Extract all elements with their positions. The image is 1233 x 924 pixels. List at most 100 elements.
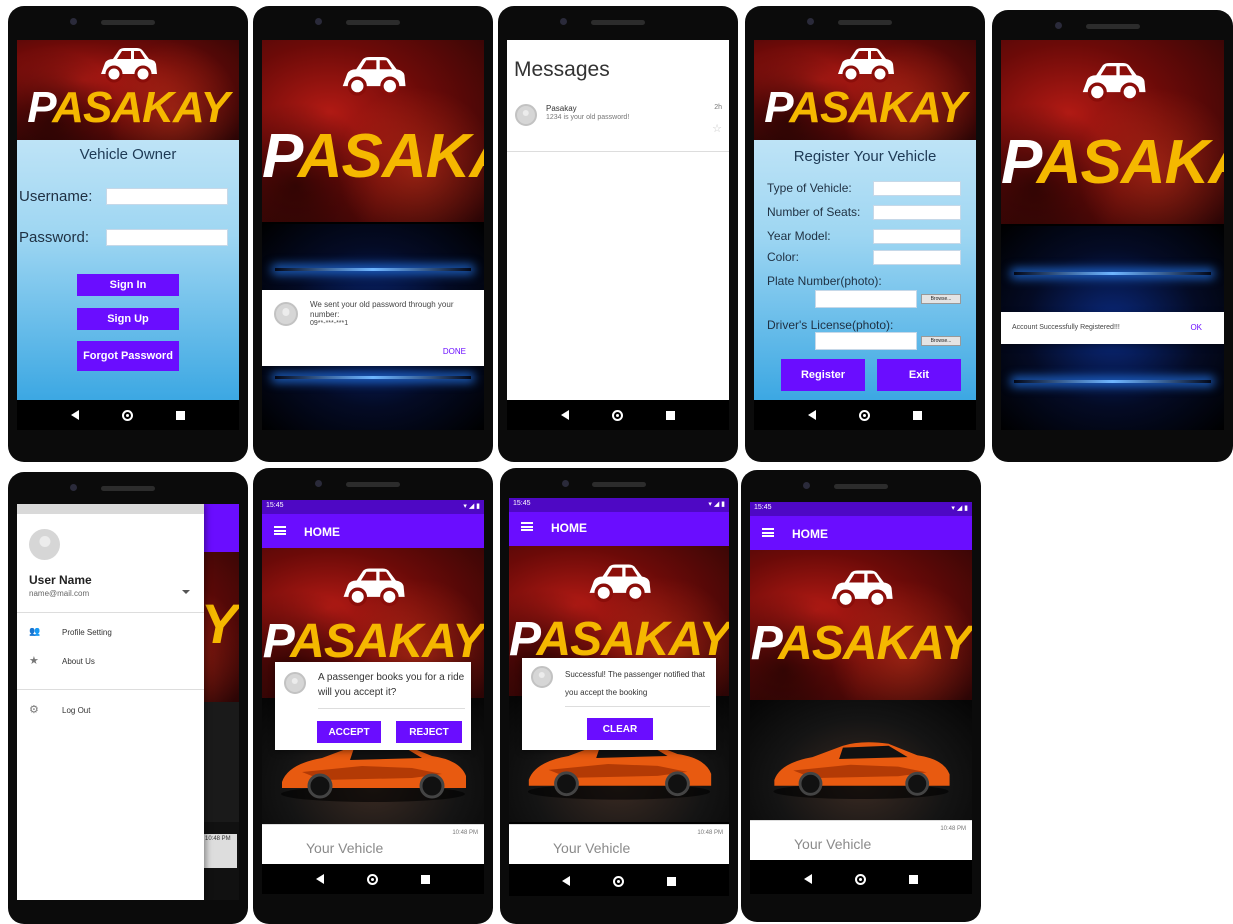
user-avatar <box>29 529 60 560</box>
drivers-license-file-field[interactable] <box>815 332 917 350</box>
vehicle-card[interactable]: 10:48 PM Your Vehicle <box>262 824 484 864</box>
vehicle-time: 10:48 PM <box>452 830 478 836</box>
drawer-item-about-us[interactable]: ★ About Us <box>17 653 204 673</box>
speaker <box>346 20 400 25</box>
login-screen: PASAKAY Vehicle Owner Username: Password… <box>17 40 239 430</box>
brand-logo-text: PASAKAY <box>764 83 967 132</box>
home-icon[interactable] <box>612 875 624 887</box>
forgot-password-dialog: We sent your old password through your n… <box>262 290 484 366</box>
recents-icon[interactable] <box>176 410 186 420</box>
message-preview: 1234 is your old password! <box>546 114 630 121</box>
car-logo-icon <box>1082 62 1146 102</box>
phone-forgot-password: PASAKAY We sent your old password throug… <box>253 6 493 462</box>
password-label: Password: <box>19 229 90 246</box>
clear-button[interactable]: CLEAR <box>587 718 653 740</box>
brand-logo-text: PASAKAY <box>262 122 484 191</box>
status-bar: 15:45 ▾ ◢ ▮ <box>509 498 729 512</box>
sign-up-button[interactable]: Sign Up <box>77 308 179 330</box>
avatar-icon <box>274 302 298 326</box>
home-icon[interactable] <box>858 409 870 421</box>
android-nav-bar <box>262 864 484 894</box>
star-icon[interactable]: ☆ <box>712 122 722 135</box>
menu-icon[interactable] <box>274 526 286 535</box>
menu-icon[interactable] <box>762 528 774 537</box>
accept-button[interactable]: ACCEPT <box>317 721 381 743</box>
vehicle-photo <box>750 700 972 820</box>
home-icon[interactable] <box>611 409 623 421</box>
ok-button[interactable]: OK <box>1190 323 1202 332</box>
status-bar: 15:45 ▾ ◢ ▮ <box>750 502 972 516</box>
recents-icon[interactable] <box>909 874 919 884</box>
booking-request-dialog: A passenger books you for a ride will yo… <box>275 662 471 750</box>
recents-icon[interactable] <box>913 410 923 420</box>
front-camera <box>315 18 323 25</box>
speaker <box>838 20 892 25</box>
drawer-item-profile-setting[interactable]: 👥 Profile Setting <box>17 624 204 644</box>
year-model-input[interactable] <box>873 229 961 244</box>
drawer-header-strip <box>17 504 204 514</box>
vehicle-card[interactable]: 10:48 PM Your Vehicle <box>750 820 972 860</box>
background-time: 10:48 PM <box>203 834 237 868</box>
back-icon[interactable] <box>560 410 569 420</box>
back-icon[interactable] <box>70 410 79 420</box>
phone-home: 15:45 ▾ ◢ ▮ HOME PASAKAY 10:48 PM Your Ve… <box>741 470 981 922</box>
sign-in-button[interactable]: Sign In <box>77 274 179 296</box>
recents-icon[interactable] <box>421 874 431 884</box>
front-camera <box>561 480 569 487</box>
message-list-item[interactable]: Pasakay 1234 is your old password! 2h ☆ <box>507 96 729 152</box>
recents-icon[interactable] <box>666 410 676 420</box>
plate-number-file-field[interactable] <box>815 290 917 308</box>
home-icon[interactable] <box>121 409 133 421</box>
vehicle-label: Your Vehicle <box>794 836 872 852</box>
forgot-password-button[interactable]: Forgot Password <box>77 341 179 371</box>
license-browse-button[interactable]: Browse... <box>921 336 961 346</box>
message-time: 2h <box>714 104 722 111</box>
page-title: HOME <box>792 527 828 541</box>
front-camera <box>803 482 811 489</box>
status-time: 15:45 <box>513 500 531 507</box>
vehicle-time: 10:48 PM <box>940 826 966 832</box>
phone-drawer: Y 10:48 PM User Name name@mail.com 👥 Pro… <box>8 472 248 924</box>
registered-message: Account Successfully Registered!!! <box>1012 324 1120 331</box>
front-camera <box>70 484 78 491</box>
reject-button[interactable]: REJECT <box>396 721 462 743</box>
back-icon[interactable] <box>807 410 816 420</box>
menu-icon[interactable] <box>521 522 533 531</box>
recents-icon[interactable] <box>666 876 676 886</box>
home-icon[interactable] <box>366 873 378 885</box>
password-input[interactable] <box>106 229 228 246</box>
app-bar: 15:45 ▾ ◢ ▮ HOME <box>262 500 484 548</box>
dialog-message: We sent your old password through your n… <box>310 300 454 319</box>
register-button[interactable]: Register <box>781 359 865 391</box>
car-logo-icon <box>831 570 893 609</box>
speaker <box>592 482 646 487</box>
home-success-screen: 15:45 ▾ ◢ ▮ HOME PASAKAY 10:48 PM Your Ve… <box>509 498 729 896</box>
phone-messages: Messages Pasakay 1234 is your old passwo… <box>498 6 738 462</box>
android-nav-bar <box>750 864 972 894</box>
username-input[interactable] <box>106 188 228 205</box>
phone-login: PASAKAY Vehicle Owner Username: Password… <box>8 6 248 462</box>
account-dropdown-icon[interactable] <box>182 590 190 594</box>
number-of-seats-input[interactable] <box>873 205 961 220</box>
exit-button[interactable]: Exit <box>877 359 961 391</box>
done-button[interactable]: DONE <box>443 347 466 356</box>
home-icon[interactable] <box>854 873 866 885</box>
login-title: Vehicle Owner <box>79 146 177 163</box>
masked-number: 09**-***-***1 <box>310 320 349 327</box>
drawer-screen: Y 10:48 PM User Name name@mail.com 👥 Pro… <box>17 504 239 900</box>
car-logo-icon <box>342 56 406 96</box>
type-of-vehicle-input[interactable] <box>873 181 961 196</box>
status-time: 15:45 <box>754 504 772 511</box>
car-logo-icon <box>838 48 894 83</box>
drawer-item-log-out[interactable]: ⚙ Log Out <box>17 702 204 722</box>
back-icon[interactable] <box>315 874 324 884</box>
vehicle-card[interactable]: 10:48 PM Your Vehicle <box>509 824 729 864</box>
drawer-item-label: Profile Setting <box>62 628 112 637</box>
color-input[interactable] <box>873 250 961 265</box>
back-icon[interactable] <box>803 874 812 884</box>
plate-browse-button[interactable]: Browse... <box>921 294 961 304</box>
registered-dialog: Account Successfully Registered!!! OK <box>1001 312 1224 344</box>
brand-banner: PASAKAY <box>262 40 484 222</box>
back-icon[interactable] <box>562 876 571 886</box>
register-title: Register Your Vehicle <box>793 148 937 165</box>
